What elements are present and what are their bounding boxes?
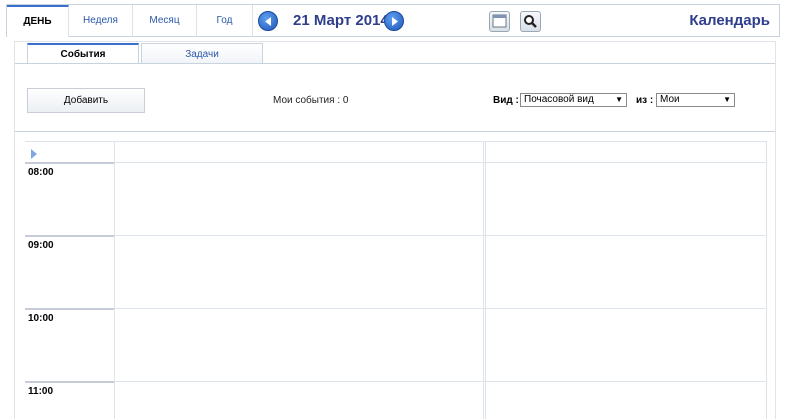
app-title: Календарь	[689, 12, 770, 29]
owner-select-value: Мои	[660, 94, 680, 105]
tab-week[interactable]: Неделя	[69, 5, 133, 37]
subtab-divider	[15, 63, 775, 64]
events-panel: События Задачи Добавить Мои события : 0 …	[14, 41, 776, 419]
search-icon	[524, 15, 537, 28]
grid-row-line	[115, 162, 767, 163]
next-arrow-icon	[392, 17, 398, 26]
expand-arrow-icon[interactable]	[30, 149, 38, 159]
of-label: из :	[636, 95, 654, 106]
grid-column-divider	[766, 141, 767, 419]
add-event-button[interactable]: Добавить	[27, 88, 145, 113]
search-button[interactable]	[520, 11, 541, 32]
toolbar-divider	[15, 131, 775, 132]
view-label: Вид :	[493, 95, 519, 106]
next-day-button[interactable]	[384, 11, 404, 31]
calendar-icon	[492, 14, 507, 28]
tab-tasks[interactable]: Задачи	[141, 43, 263, 64]
chevron-down-icon: ▼	[615, 95, 623, 104]
hour-row[interactable]: 08:00	[25, 162, 114, 235]
grid-column-divider	[114, 141, 115, 419]
calendar-button[interactable]	[489, 11, 510, 32]
view-select[interactable]: Почасовой вид ▼	[520, 93, 627, 107]
hour-row[interactable]: 11:00	[25, 381, 114, 419]
all-day-cell	[25, 141, 114, 162]
view-select-value: Почасовой вид	[524, 94, 594, 105]
tab-events[interactable]: События	[27, 43, 139, 64]
view-tab-bar: ДЕНЬ Неделя Месяц Год 21 Март 2014 Кален…	[6, 4, 780, 37]
grid-row-line	[115, 308, 767, 309]
prev-arrow-icon	[265, 17, 271, 26]
day-grid: 08:00 09:00 10:00 11:00	[25, 141, 767, 419]
hour-label: 09:00	[28, 240, 54, 251]
grid-row-line	[115, 141, 767, 142]
hour-row[interactable]: 10:00	[25, 308, 114, 381]
hour-label: 11:00	[28, 386, 54, 397]
current-date: 21 Март 2014	[293, 12, 389, 29]
grid-row-line	[115, 381, 767, 382]
grid-row-line	[115, 235, 767, 236]
tab-year[interactable]: Год	[197, 5, 253, 37]
grid-column-divider	[485, 141, 486, 419]
prev-day-button[interactable]	[258, 11, 278, 31]
chevron-down-icon: ▼	[723, 95, 731, 104]
hour-row[interactable]: 09:00	[25, 235, 114, 308]
my-events-count: Мои события : 0	[273, 95, 349, 106]
tab-month[interactable]: Месяц	[133, 5, 197, 37]
hour-label: 08:00	[28, 167, 54, 178]
hour-label: 10:00	[28, 313, 54, 324]
grid-column-divider	[483, 141, 484, 419]
tab-day[interactable]: ДЕНЬ	[7, 5, 69, 37]
owner-select[interactable]: Мои ▼	[656, 93, 735, 107]
